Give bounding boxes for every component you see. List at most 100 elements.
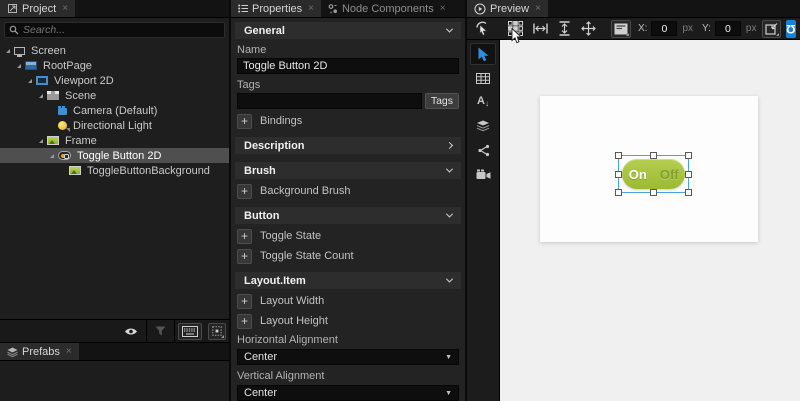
interact-pick-tool[interactable] [471,19,494,39]
fit-screen-tool[interactable] [577,19,600,39]
select-arrow-tool[interactable] [470,43,496,65]
tree-item-rootpage[interactable]: RootPage [0,58,229,73]
tree-item-label: Viewport 2D [54,74,114,87]
tree-item-label: RootPage [43,59,92,72]
selection-box: On Off [615,152,692,196]
camera-tool[interactable] [470,163,496,185]
table-tool[interactable] [470,67,496,89]
section-header-general[interactable]: General [235,22,461,39]
visibility-eye-icon[interactable] [116,320,146,343]
tree-expander-icon[interactable] [39,138,43,143]
project-tabbar: Project × [0,0,229,18]
add-background-brush-button[interactable]: + [237,183,252,199]
dock-options-icon[interactable] [208,322,226,340]
image-icon [47,136,59,145]
fit-height-tool[interactable] [554,19,575,39]
tree-item-frame[interactable]: Frame [0,133,229,148]
add-toggle-state-count-button[interactable]: + [237,248,252,264]
tab-node-components[interactable]: Node Components × [321,0,453,17]
tab-project[interactable]: Project × [0,0,76,17]
tree-item-togglebuttonbackground[interactable]: ToggleButtonBackground [0,163,229,178]
vertical-alignment-select[interactable]: Center ▼ [237,385,459,401]
resize-handle-ne[interactable] [685,152,692,159]
prefabs-tabbar: Prefabs × [0,342,229,361]
resize-handle-s[interactable] [650,189,657,196]
close-icon[interactable]: × [66,346,72,357]
analyze-overlay-tool[interactable] [611,19,631,38]
chevron-down-icon [445,275,454,283]
play-circle-icon [474,2,486,15]
section-header-label: Brush [244,164,276,177]
section-header-layout-item[interactable]: Layout.Item [235,272,461,289]
tags-button[interactable]: Tags [424,93,459,109]
text-tool[interactable]: A↓ [470,91,496,113]
y-coordinate-input[interactable] [714,21,741,36]
tree-item-viewport-2d[interactable]: Viewport 2D [0,73,229,88]
name-input[interactable] [237,58,459,74]
tree-item-scene[interactable]: Scene [0,88,229,103]
tags-input-row: Tags [237,93,459,109]
horizontal-alignment-select[interactable]: Center ▼ [237,349,459,365]
fit-width-tool[interactable] [529,19,552,39]
close-icon[interactable]: × [62,3,68,14]
tree-expander-icon[interactable] [17,63,21,68]
properties-list-icon [238,4,248,13]
camera-icon [476,169,490,179]
filter-icon[interactable] [147,320,174,343]
resize-handle-se[interactable] [685,189,692,196]
tags-input[interactable] [237,93,422,109]
tree-item-toggle-button-2d[interactable]: Toggle Button 2D [0,148,229,163]
add-layout-height-button[interactable]: + [237,313,252,329]
field-label-vertical-alignment: Vertical Alignment [237,370,325,382]
project-footer-toolbar [0,319,229,343]
close-icon[interactable]: × [440,3,446,14]
transform-gizmo-tool[interactable] [762,19,782,38]
section-header-button[interactable]: Button [235,207,461,224]
tree-expander-icon[interactable] [39,93,43,98]
tab-properties[interactable]: Properties × [231,0,321,17]
tab-prefabs[interactable]: Prefabs × [0,343,79,360]
select-value: Center [244,387,278,399]
tree-item-label: Directional Light [73,119,152,132]
property-row-toggle-state-count: + Toggle State Count [237,248,459,264]
search-input[interactable]: Search... [4,22,225,38]
preview-canvas[interactable]: On Off [500,40,800,401]
preview-artboard[interactable]: On Off [540,96,758,242]
property-row-bindings: + Bindings [237,113,459,129]
project-icon [8,4,17,13]
tree-item-camera-default[interactable]: Camera (Default) [0,103,229,118]
node-connections-tool[interactable] [470,139,496,161]
close-icon[interactable]: × [535,3,541,14]
close-icon[interactable]: × [308,3,314,14]
add-bindings-button[interactable]: + [237,113,252,129]
resize-handle-w[interactable] [615,170,622,178]
section-header-description[interactable]: Description [235,137,461,154]
resize-handle-nw[interactable] [615,152,622,159]
layers-icon [476,120,490,132]
resize-handle-n[interactable] [650,152,657,159]
tree-item-directional-light[interactable]: Directional Light [0,118,229,133]
tab-preview[interactable]: Preview × [467,0,548,17]
name-input-row [237,58,459,74]
section-header-label: Description [244,139,305,152]
resize-handle-e[interactable] [685,170,692,178]
x-coordinate-input[interactable] [651,21,678,36]
tree-expander-icon[interactable] [6,48,10,53]
tree-expander-icon[interactable] [50,153,54,158]
mouse-cursor-icon [511,27,522,43]
resize-handle-sw[interactable] [615,189,622,196]
add-toggle-state-button[interactable]: + [237,228,252,244]
dropdown-arrow-icon: ▼ [445,353,452,361]
tree-expander-icon[interactable] [28,78,32,83]
viewport-icon [36,76,48,85]
tree-item-screen[interactable]: Screen [0,43,229,58]
layers-tool[interactable] [470,115,496,137]
tree-item-label: Camera (Default) [73,104,158,117]
virtual-keyboard-icon[interactable] [178,322,202,340]
toggle-button-2d[interactable]: On Off [622,159,685,189]
add-layout-width-button[interactable]: + [237,293,252,309]
grid-layout-tool[interactable] [504,19,527,43]
section-header-brush[interactable]: Brush [235,162,461,179]
image-icon [69,166,81,175]
snap-magnet-toggle[interactable]: Ω [786,19,797,38]
